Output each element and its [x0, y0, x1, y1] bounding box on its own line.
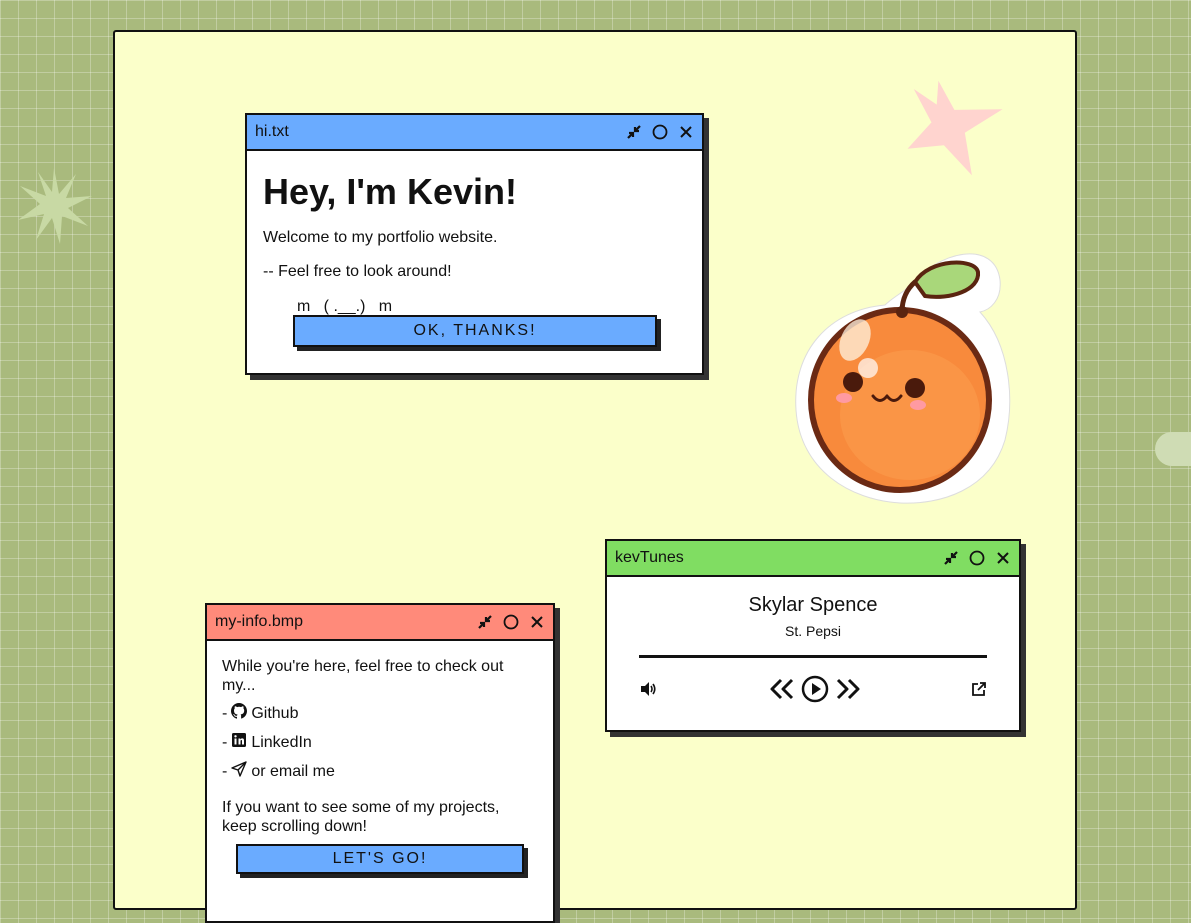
artist-name: St. Pepsi [784, 623, 842, 639]
hi-titlebar[interactable]: hi.txt [247, 115, 702, 151]
progress-fill [639, 655, 987, 658]
star-decoration [907, 80, 1003, 176]
minimize-icon[interactable] [943, 550, 959, 566]
info-titlebar[interactable]: my-info.bmp [207, 605, 553, 641]
welcome-text: Welcome to my portfolio website. [263, 229, 498, 246]
info-outro-text: If you want to see some of my projects, … [222, 799, 500, 835]
list-prefix: - [222, 762, 228, 780]
window-title: my-info.bmp [215, 613, 304, 630]
list-prefix: - [222, 704, 228, 722]
main-panel: hi.txt Hey, I'm Kevin! Welcome to my por… [113, 30, 1077, 923]
linkedin-icon [231, 732, 247, 753]
lets-go-button[interactable]: LET'S GO! [236, 844, 524, 874]
info-window: my-info.bmp While you're here, feel free… [205, 603, 555, 923]
window-title: kevTunes [615, 549, 684, 566]
external-link-icon[interactable] [971, 681, 987, 702]
maximize-icon[interactable] [503, 614, 519, 630]
email-link[interactable]: - or email me [222, 761, 538, 782]
info-intro-text: While you're here, feel free to check ou… [222, 658, 504, 694]
fast-forward-icon[interactable] [835, 677, 861, 706]
paper-plane-icon [231, 761, 248, 782]
look-around-text: -- Feel free to look around! [263, 263, 452, 280]
song-title: Skylar Spence [748, 594, 878, 616]
cloud-decoration [1155, 432, 1191, 466]
maximize-icon[interactable] [652, 124, 668, 140]
tunes-titlebar[interactable]: kevTunes [607, 541, 1019, 577]
close-icon[interactable] [995, 550, 1011, 566]
minimize-icon[interactable] [626, 124, 642, 140]
greeting-heading: Hey, I'm Kevin! [263, 171, 517, 212]
ok-thanks-button[interactable]: OK, THANKS! [293, 315, 657, 347]
github-icon [231, 703, 248, 724]
email-label: or email me [251, 762, 335, 780]
rewind-icon[interactable] [769, 677, 795, 706]
tunes-window: kevTunes Skylar Spence St. Pepsi [605, 539, 1021, 732]
window-title: hi.txt [255, 123, 289, 140]
hi-window: hi.txt Hey, I'm Kevin! Welcome to my por… [245, 113, 704, 375]
github-label: Github [251, 704, 299, 722]
close-icon[interactable] [529, 614, 545, 630]
maximize-icon[interactable] [969, 550, 985, 566]
list-prefix: - [222, 733, 228, 751]
orange-sticker [795, 253, 1011, 504]
kaomoji-text: m ( .__.) m [297, 298, 393, 315]
minimize-icon[interactable] [477, 614, 493, 630]
linkedin-label: LinkedIn [251, 733, 312, 751]
play-icon[interactable] [801, 675, 829, 708]
progress-track[interactable] [639, 655, 987, 658]
github-link[interactable]: - Github [222, 703, 538, 724]
starburst-decoration [18, 168, 92, 244]
volume-icon[interactable] [639, 681, 657, 702]
close-icon[interactable] [678, 124, 694, 140]
linkedin-link[interactable]: - LinkedIn [222, 732, 538, 753]
